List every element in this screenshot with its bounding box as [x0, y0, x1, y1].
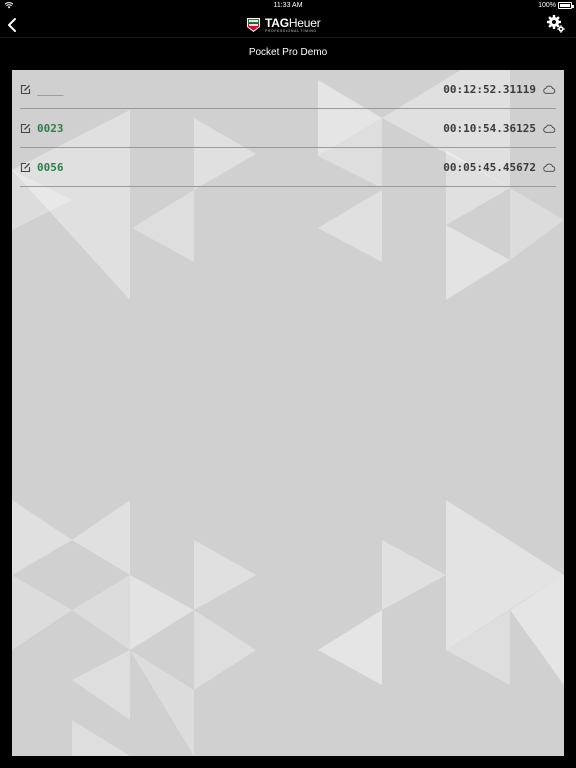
- bib-number: 0056: [37, 160, 64, 174]
- results-list: ____ 00:12:52.31119 0023 00:10:54.36125 …: [12, 70, 564, 187]
- settings-button[interactable]: [546, 14, 566, 34]
- record-time: 00:10:54.36125: [443, 121, 536, 135]
- results-panel: ____ 00:12:52.31119 0023 00:10:54.36125 …: [12, 70, 564, 756]
- edit-icon[interactable]: [20, 84, 31, 95]
- logo-subtitle: PROFESSIONAL TIMING: [265, 28, 317, 33]
- record-time: 00:05:45.45672: [443, 160, 536, 174]
- status-bar: 11:33 AM 100%: [0, 0, 576, 12]
- page-title: Pocket Pro Demo: [248, 47, 328, 58]
- cloud-icon: [543, 163, 556, 172]
- edit-icon[interactable]: [20, 123, 31, 134]
- nav-bar: TAGHeuer PROFESSIONAL TIMING: [0, 12, 576, 38]
- logo-word-tag: TAG: [265, 15, 289, 30]
- status-time: 11:33 AM: [273, 2, 303, 9]
- tagheuer-shield-icon: [247, 18, 260, 32]
- cloud-icon: [543, 124, 556, 133]
- record-time: 00:12:52.31119: [443, 82, 536, 96]
- gear-icon: [547, 15, 565, 33]
- edit-icon[interactable]: [20, 162, 31, 173]
- list-item[interactable]: 0023 00:10:54.36125: [20, 109, 556, 148]
- list-item[interactable]: ____ 00:12:52.31119: [20, 70, 556, 109]
- nav-divider: [0, 37, 576, 38]
- battery-percent: 100%: [538, 2, 556, 9]
- bib-number: ____: [37, 82, 64, 96]
- list-item[interactable]: 0056 00:05:45.45672: [20, 148, 556, 187]
- cloud-icon: [543, 85, 556, 94]
- logo-word-heuer: Heuer: [288, 15, 321, 30]
- back-button[interactable]: [4, 14, 20, 36]
- battery-icon: [558, 2, 574, 9]
- chevron-left-icon: [8, 18, 16, 32]
- tagheuer-logo: TAGHeuer PROFESSIONAL TIMING: [246, 15, 332, 35]
- bib-number: 0023: [37, 121, 64, 135]
